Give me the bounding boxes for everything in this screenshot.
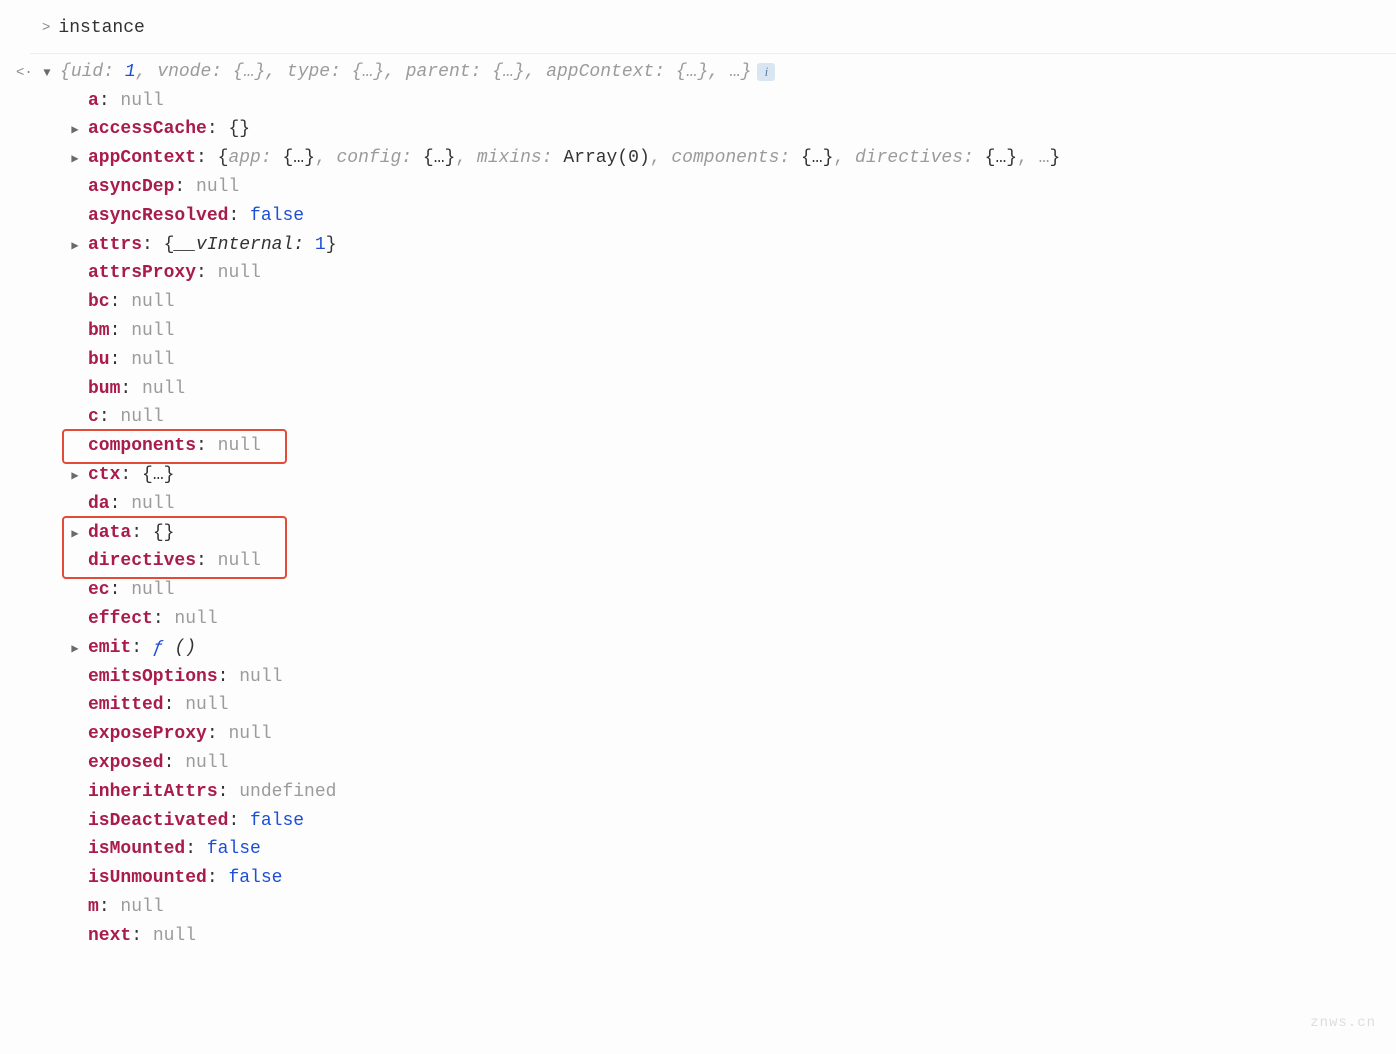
property-bc: bc: null: [88, 288, 1396, 317]
property-directives: directives: null: [88, 547, 1396, 576]
expand-arrow-right-icon[interactable]: ▶: [68, 467, 82, 486]
property-appContext[interactable]: ▶appContext: {app: {…}, config: {…}, mix…: [88, 144, 1396, 173]
expand-arrow-right-icon[interactable]: ▶: [68, 121, 82, 140]
output-indicator-icon: <·: [10, 58, 40, 84]
property-inheritAttrs: inheritAttrs: undefined: [88, 778, 1396, 807]
console-input-text: instance: [58, 14, 144, 43]
property-ctx[interactable]: ▶ctx: {…}: [88, 461, 1396, 490]
property-emitted: emitted: null: [88, 691, 1396, 720]
property-emitsOptions: emitsOptions: null: [88, 663, 1396, 692]
property-a: a: null: [88, 87, 1396, 116]
watermark: znws.cn: [1310, 1012, 1376, 1034]
expand-arrow-right-icon[interactable]: ▶: [68, 525, 82, 544]
property-m: m: null: [88, 893, 1396, 922]
console-output: <· ▼ {uid: 1, vnode: {…}, type: {…}, par…: [0, 58, 1396, 951]
property-asyncDep: asyncDep: null: [88, 173, 1396, 202]
prompt-icon: >: [42, 17, 50, 39]
property-da: da: null: [88, 490, 1396, 519]
property-isDeactivated: isDeactivated: false: [88, 807, 1396, 836]
expand-arrow-right-icon[interactable]: ▶: [68, 237, 82, 256]
property-attrs[interactable]: ▶attrs: {__vInternal: 1}: [88, 231, 1396, 260]
property-accessCache[interactable]: ▶accessCache: {}: [88, 115, 1396, 144]
property-c: c: null: [88, 403, 1396, 432]
property-isMounted: isMounted: false: [88, 835, 1396, 864]
console-input-line: > instance: [30, 10, 1396, 54]
property-exposeProxy: exposeProxy: null: [88, 720, 1396, 749]
property-bum: bum: null: [88, 375, 1396, 404]
info-icon[interactable]: i: [757, 63, 775, 81]
expand-arrow-down-icon[interactable]: ▼: [40, 64, 54, 83]
property-bu: bu: null: [88, 346, 1396, 375]
property-ec: ec: null: [88, 576, 1396, 605]
property-isUnmounted: isUnmounted: false: [88, 864, 1396, 893]
object-summary-line[interactable]: <· ▼ {uid: 1, vnode: {…}, type: {…}, par…: [10, 58, 1396, 87]
property-next: next: null: [88, 922, 1396, 951]
property-data[interactable]: ▶data: {}: [88, 519, 1396, 548]
property-attrsProxy: attrsProxy: null: [88, 259, 1396, 288]
object-properties: a: null▶accessCache: {}▶appContext: {app…: [10, 87, 1396, 951]
property-components: components: null: [88, 432, 1396, 461]
property-emit[interactable]: ▶emit: ƒ (): [88, 634, 1396, 663]
property-effect: effect: null: [88, 605, 1396, 634]
property-asyncResolved: asyncResolved: false: [88, 202, 1396, 231]
property-exposed: exposed: null: [88, 749, 1396, 778]
property-bm: bm: null: [88, 317, 1396, 346]
expand-arrow-right-icon[interactable]: ▶: [68, 640, 82, 659]
expand-arrow-right-icon[interactable]: ▶: [68, 150, 82, 169]
